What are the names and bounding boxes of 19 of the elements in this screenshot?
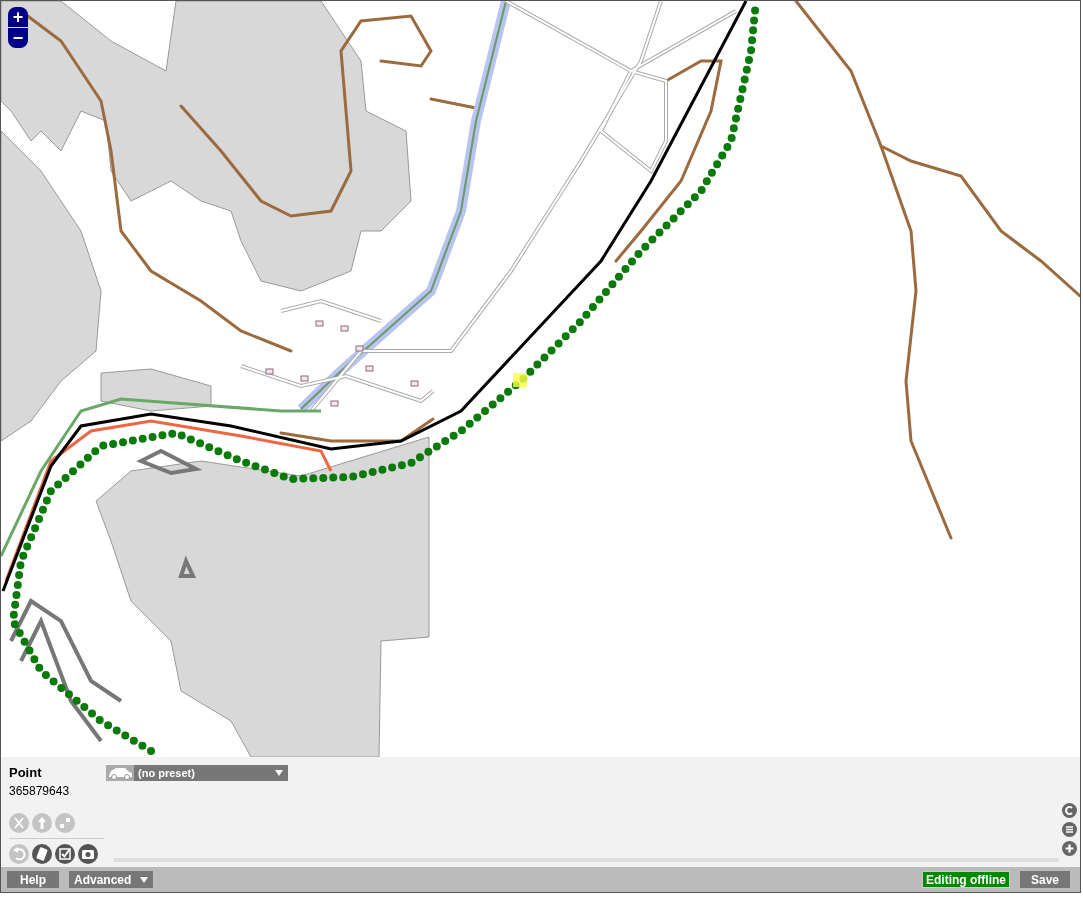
checkbox-icon[interactable]: [55, 844, 75, 864]
dropdown-caret-icon: [275, 770, 283, 776]
camera-icon[interactable]: [78, 844, 98, 864]
dropdown-caret-icon: [140, 876, 148, 883]
add-icon[interactable]: [1062, 841, 1077, 856]
preset-label: (no preset): [138, 765, 196, 781]
feature-type: Point: [9, 765, 43, 781]
save-button[interactable]: Save: [1020, 871, 1070, 888]
map[interactable]: + −: [1, 1, 1080, 757]
help-button[interactable]: Help: [7, 871, 59, 888]
editing-status: Editing offline: [922, 871, 1010, 888]
feature-id: 365879643: [9, 783, 71, 799]
car-icon: [106, 765, 134, 781]
zoom-out-button[interactable]: −: [8, 28, 28, 48]
zoom-in-button[interactable]: +: [8, 7, 28, 27]
preset-dropdown[interactable]: (no preset): [106, 765, 288, 781]
advanced-button[interactable]: Advanced: [69, 871, 153, 888]
refresh-icon[interactable]: [1062, 803, 1077, 818]
eraser-icon[interactable]: [32, 844, 52, 864]
